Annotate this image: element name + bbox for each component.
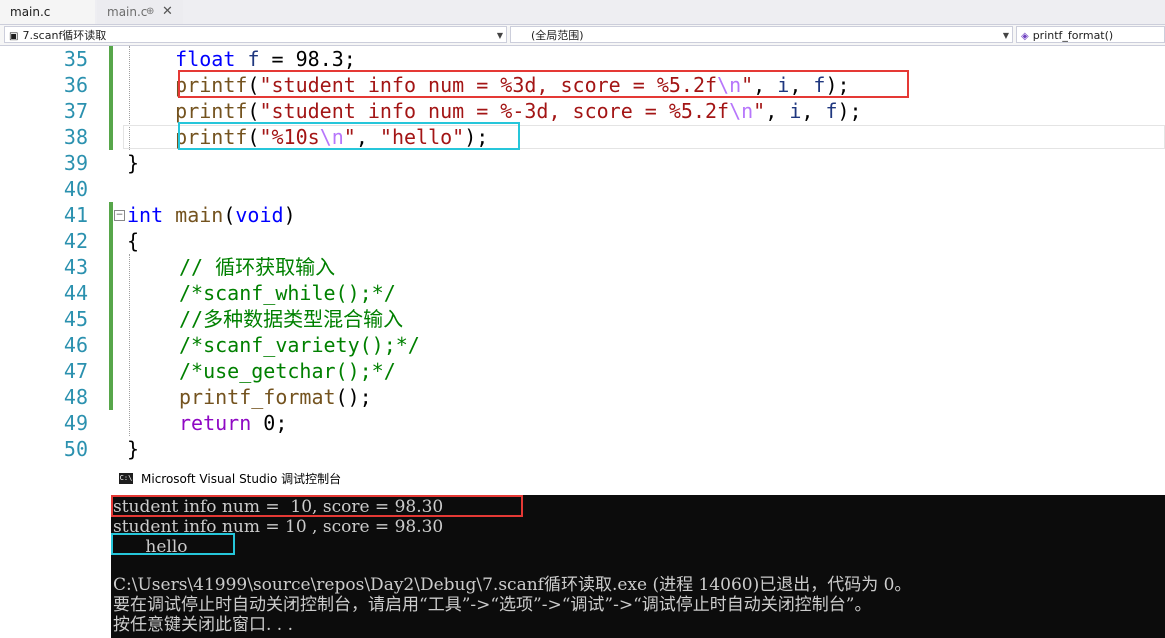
line-number: 35 xyxy=(63,47,88,71)
function-dropdown[interactable]: ◈ printf_format() xyxy=(1016,26,1165,43)
code-line-48: printf_format(); xyxy=(179,385,372,409)
console-line: C:\Users\41999\source\repos\Day2\Debug\7… xyxy=(113,575,912,595)
tab-main-c-preview[interactable]: main.c ⊕ ✕ xyxy=(97,0,183,24)
code-line-45: //多种数据类型混合输入 xyxy=(179,307,404,331)
chevron-down-icon: ▼ xyxy=(496,31,503,40)
line-number: 40 xyxy=(63,177,88,201)
project-dropdown-value: 7.scanf循环读取 xyxy=(22,29,107,42)
navigation-bar: ▣ 7.scanf循环读取 ▼ (全局范围) ▼ ◈ printf_format() xyxy=(0,25,1165,46)
code-line-47: /*use_getchar();*/ xyxy=(179,359,396,383)
line-number: 41 xyxy=(63,203,88,227)
code-line-43: // 循环获取输入 xyxy=(179,255,336,279)
line-number: 50 xyxy=(63,437,88,461)
function-dropdown-value: printf_format() xyxy=(1032,29,1114,42)
code-line-37: printf("student info num = %-3d, score =… xyxy=(175,99,862,123)
close-icon[interactable]: ✕ xyxy=(162,0,173,24)
console-line: 要在调试停止时自动关闭控制台，请启用“工具”->“选项”->“调试”->“调试停… xyxy=(113,595,872,615)
debug-console-window[interactable]: C:\ Microsoft Visual Studio 调试控制台 studen… xyxy=(111,463,1165,638)
project-dropdown[interactable]: ▣ 7.scanf循环读取 ▼ xyxy=(4,26,507,43)
line-number: 42 xyxy=(63,229,88,253)
console-icon: C:\ xyxy=(119,473,133,484)
tab-label: main.c xyxy=(107,5,148,19)
line-number: 43 xyxy=(63,255,88,279)
code-line-42: { xyxy=(127,229,140,253)
line-number: 36 xyxy=(63,73,88,97)
console-title-bar: C:\ Microsoft Visual Studio 调试控制台 xyxy=(111,463,1165,495)
code-line-50: } xyxy=(127,437,140,461)
scope-dropdown[interactable]: (全局范围) ▼ xyxy=(510,26,1013,43)
line-number: 47 xyxy=(63,359,88,383)
scope-dropdown-value: (全局范围) xyxy=(531,29,584,42)
indent-guide xyxy=(129,254,130,436)
red-highlight-box xyxy=(111,495,523,517)
console-title: Microsoft Visual Studio 调试控制台 xyxy=(141,472,342,486)
code-editor[interactable]: 35 36 37 38 39 40 41 42 43 44 45 46 47 4… xyxy=(0,46,1165,462)
code-line-41: int main(void) xyxy=(127,203,296,227)
console-line: 按任意键关闭此窗口. . . xyxy=(113,615,294,635)
line-number: 38 xyxy=(63,125,88,149)
cyan-highlight-box xyxy=(178,122,520,150)
code-line-39: } xyxy=(127,151,140,175)
chevron-down-icon: ▼ xyxy=(1002,31,1009,40)
line-number: 45 xyxy=(63,307,88,331)
tab-main-c-active[interactable]: main.c xyxy=(0,0,95,24)
code-line-49: return 0; xyxy=(179,411,288,435)
red-highlight-box xyxy=(178,70,909,98)
console-output: student info num = 10, score = 98.30 stu… xyxy=(111,495,1165,638)
line-number: 49 xyxy=(63,411,88,435)
code-line-44: /*scanf_while();*/ xyxy=(179,281,396,305)
cyan-highlight-box xyxy=(111,533,235,555)
pin-icon[interactable]: ⊕ xyxy=(146,0,154,24)
tab-label: main.c xyxy=(10,5,51,19)
function-icon: ◈ xyxy=(1021,31,1029,42)
line-number: 48 xyxy=(63,385,88,409)
code-line-35: float f = 98.3; xyxy=(175,47,356,71)
line-number: 46 xyxy=(63,333,88,357)
tab-bar: main.c main.c ⊕ ✕ xyxy=(0,0,1165,25)
change-indicator xyxy=(109,46,113,150)
change-indicator xyxy=(109,202,113,410)
project-icon: ▣ xyxy=(9,31,19,42)
line-number: 39 xyxy=(63,151,88,175)
fold-toggle-icon[interactable]: − xyxy=(114,210,125,221)
line-number: 44 xyxy=(63,281,88,305)
line-number: 37 xyxy=(63,99,88,123)
code-line-46: /*scanf_variety();*/ xyxy=(179,333,420,357)
